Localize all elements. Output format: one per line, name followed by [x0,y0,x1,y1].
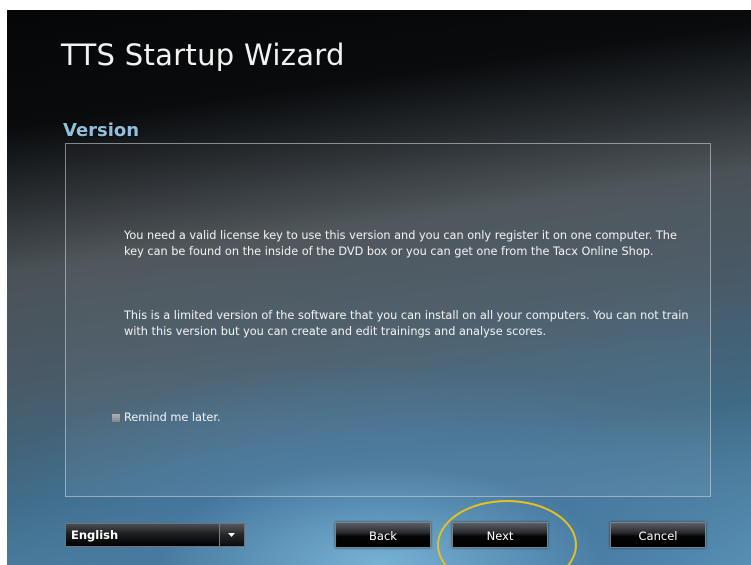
wizard-title: TTS Startup Wizard [61,38,345,72]
section-title: Version [63,120,140,141]
cancel-button[interactable]: Cancel [610,522,706,548]
remind-later-label: Remind me later. [124,411,221,424]
dropdown-arrow-button[interactable] [219,524,244,546]
language-select[interactable]: English [65,523,245,547]
language-value: English [71,528,119,542]
remind-later-option[interactable]: Remind me later. [111,411,221,424]
wizard-window: TTS Startup Wizard Version You need a va… [7,10,751,565]
remind-later-checkbox[interactable] [111,412,121,423]
license-key-paragraph: You need a valid license key to use this… [124,229,677,258]
limited-version-paragraph: This is a limited version of the softwar… [124,309,689,338]
next-button[interactable]: Next [452,522,548,548]
chevron-down-icon [228,533,235,537]
back-button[interactable]: Back [335,522,431,548]
content-panel: You need a valid license key to use this… [65,143,711,497]
